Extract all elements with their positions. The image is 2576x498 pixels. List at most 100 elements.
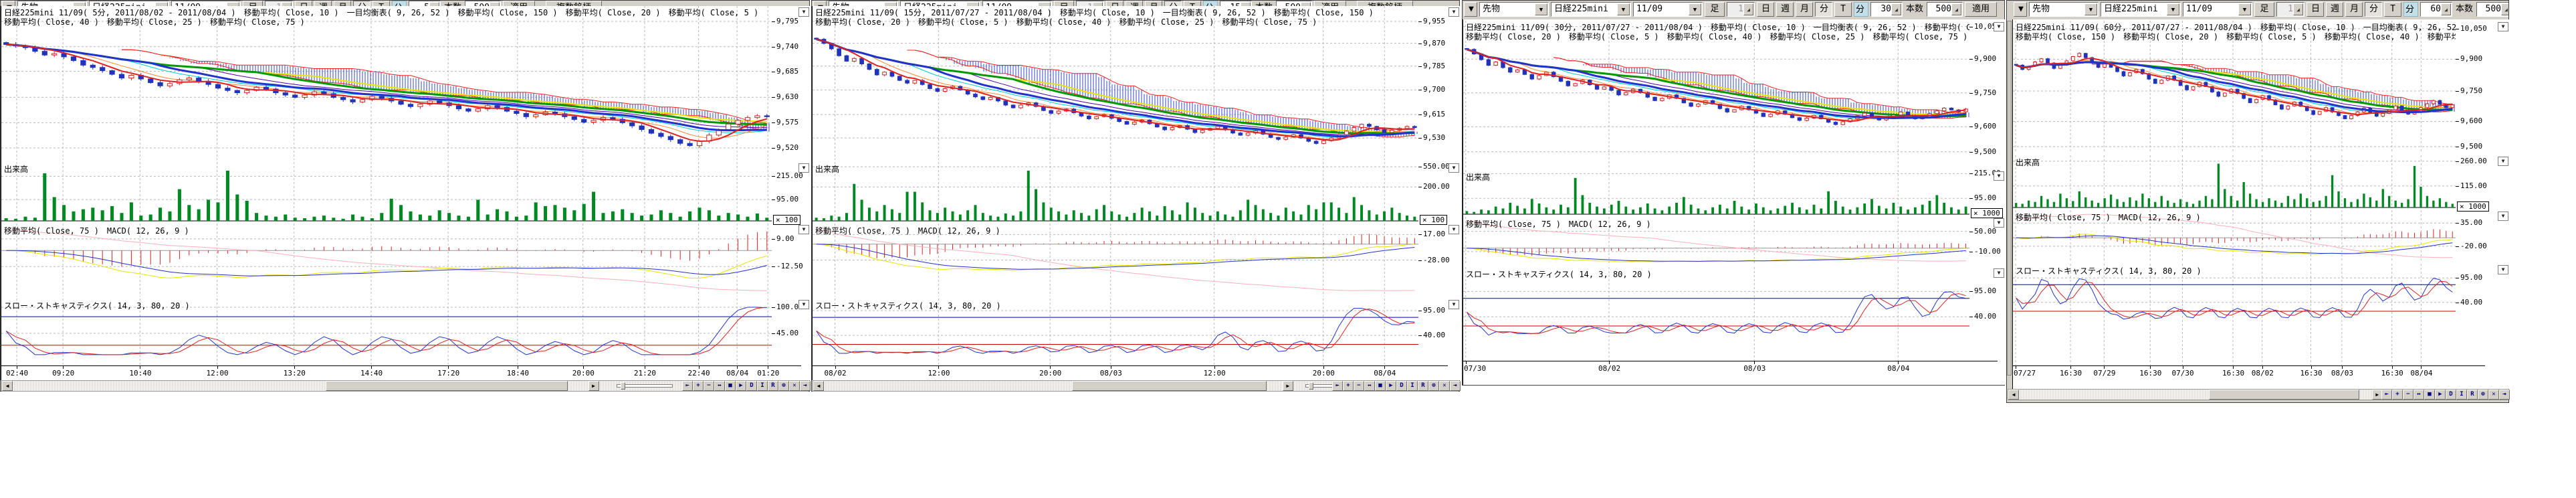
price-pane[interactable]: 日経225mini 11/09( 15分, 2011/07/27 - 2011/… [813,6,1418,160]
spinner-icon[interactable]: ◢ [1743,3,1753,15]
chart-tool-close-icon[interactable]: ✕ [1439,381,1450,391]
apply-button[interactable]: 適用 [1965,2,1997,17]
macd-pane[interactable]: 移動平均( Close, 75 ) MACD( 12, 26, 9 ) [2013,210,2456,262]
zoom-slider-thumb[interactable] [621,382,625,390]
chevron-down-icon[interactable]: ▼ [2167,3,2179,15]
minutes-spinner[interactable]: 15◢ [1220,1,1252,6]
scroll-left-button[interactable]: ◀ [2008,390,2019,400]
multi-symbol-button[interactable]: 複数銘柄 [546,1,602,6]
bar-interval-spinner[interactable]: 1◢ [1076,1,1104,6]
chart-tool-close-icon[interactable]: ✕ [789,381,800,391]
chart-tool-plus-icon[interactable]: + [2392,390,2403,400]
chart-tool-stop-icon[interactable]: ■ [1375,381,1386,391]
contract-select[interactable]: 11/09▼ [982,1,1052,6]
chart-tool-step-left-icon[interactable]: ⇤ [2381,390,2392,400]
chart-tool-h-expand-icon[interactable]: ↔ [1364,381,1375,391]
zoom-slider-thumb[interactable] [1309,382,1313,390]
chart-tool-I[interactable]: I [757,381,768,391]
period-button-1[interactable]: 週 [314,1,332,6]
apply-button[interactable]: 適用 [1314,1,1346,6]
contract-select[interactable]: 11/09▼ [1633,2,1703,17]
scrollbar-thumb[interactable] [1072,381,1266,391]
scrollbar-thumb[interactable] [326,381,568,391]
vertical-scrollbar-strip[interactable] [2007,21,2012,376]
period-button-2[interactable]: 月 [2345,2,2363,17]
period-button-3[interactable]: 分 [1164,1,1182,6]
bar-type-button[interactable]: 足 [2254,2,2274,17]
chart-tool-step-right-icon[interactable]: ⇥ [800,381,811,391]
chart-tool-step-right-icon[interactable]: ⇥ [1450,381,1461,391]
volume-pane[interactable]: 出来高 [1463,170,1969,215]
period-button-3[interactable]: 分 [1815,2,1832,17]
spinner-icon[interactable]: ◢ [1951,3,1961,15]
chart-tool-R[interactable]: R [768,381,778,391]
chevron-down-icon[interactable]: ▼ [1617,3,1630,15]
chart-tool-step-left-icon[interactable]: ⇤ [682,381,693,391]
period-button-4[interactable]: T [372,1,390,6]
pane-collapse-button[interactable]: ▼ [798,300,809,309]
bar-interval-spinner[interactable]: 1◢ [2276,2,2304,17]
period-button-1[interactable]: 週 [1776,2,1794,17]
apply-button[interactable]: 適用 [503,1,535,6]
macd-pane[interactable]: 移動平均( Close, 75 ) MACD( 12, 26, 9 ) [813,224,1418,297]
category-select[interactable]: 先物▼ [1479,2,1549,17]
period-button-2[interactable]: 月 [334,1,351,6]
pane-collapse-button[interactable]: ▼ [1448,163,1459,173]
period-button-0[interactable]: 日 [295,1,312,6]
chart-tool-stop-icon[interactable]: ■ [2424,390,2435,400]
period-button-4[interactable]: T [1184,1,1201,6]
chart-tool-play-icon[interactable]: ▶ [1386,381,1396,391]
volume-pane[interactable]: 出来高 [813,162,1418,222]
chart-tool-play-icon[interactable]: ▶ [736,381,746,391]
price-pane[interactable]: 日経225mini 11/09( 5分, 2011/08/02 - 2011/0… [1,6,772,160]
chevron-down-icon[interactable]: ▼ [2238,3,2251,15]
pane-collapse-button[interactable]: ▼ [2498,157,2508,166]
price-pane[interactable]: 日経225mini 11/09( 30分, 2011/07/27 - 2011/… [1463,21,1969,168]
bar-type-button[interactable]: 足 [1054,1,1074,6]
pane-collapse-button[interactable]: ▼ [2498,22,2508,31]
chart-tool-zoom-icon[interactable]: ⊕ [778,381,789,391]
category-select[interactable]: 先物▼ [17,1,87,6]
pane-collapse-button[interactable]: ▼ [798,225,809,234]
chart-tool-close-icon[interactable]: ✕ [2488,390,2499,400]
price-pane[interactable]: 日経225mini 11/09( 60分, 2011/07/27 - 2011/… [2013,21,2456,153]
volume-pane[interactable]: 出来高 [1,162,772,222]
period-button-3[interactable]: 分 [353,1,370,6]
chart-tool-R[interactable]: R [1418,381,1428,391]
chart-tool-minus-icon[interactable]: − [2403,390,2413,400]
contract-select[interactable]: 11/09▼ [2183,2,2252,17]
pane-collapse-button[interactable]: ▼ [2498,265,2508,274]
spinner-icon[interactable]: ◢ [2293,3,2303,15]
spinner-icon[interactable]: ◢ [1891,3,1901,15]
period-button-2[interactable]: 月 [1796,2,1813,17]
period-button-1[interactable]: 週 [2326,2,2343,17]
scroll-left-button[interactable]: ◀ [813,381,824,391]
period-button-0[interactable]: 日 [2306,2,2324,17]
category-select[interactable]: 先物▼ [2029,2,2099,17]
spinner-icon[interactable]: ◢ [2501,3,2508,15]
minutes-spinner[interactable]: 60◢ [2420,2,2452,17]
horizontal-scrollbar[interactable]: ◀▶⇤+−↔■▶DIR⊕✕⇥ [2008,389,2508,400]
chart-tool-h-expand-icon[interactable]: ↔ [2413,390,2424,400]
chart-tool-play-icon[interactable]: ▶ [2435,390,2446,400]
toolbar-collapse-icon[interactable]: ▼ [813,1,827,6]
period-button-0[interactable]: 日 [1757,2,1774,17]
chevron-down-icon[interactable]: ▼ [2084,3,2097,15]
chart-tool-R[interactable]: R [2467,390,2478,400]
bar-interval-spinner[interactable]: 1◢ [265,1,293,6]
contract-select[interactable]: 11/09▼ [171,1,241,6]
chart-tool-I[interactable]: I [1407,381,1418,391]
chart-tool-step-right-icon[interactable]: ⇥ [2499,390,2510,400]
minutes-spinner[interactable]: 5◢ [409,1,441,6]
chart-tool-stop-icon[interactable]: ■ [725,381,736,391]
chart-tool-h-expand-icon[interactable]: ↔ [714,381,725,391]
macd-pane[interactable]: 移動平均( Close, 75 ) MACD( 12, 26, 9 ) [1,224,772,297]
chart-tool-D[interactable]: D [1396,381,1407,391]
chart-tool-minus-icon[interactable]: − [1354,381,1364,391]
macd-pane[interactable]: 移動平均( Close, 75 ) MACD( 12, 26, 9 ) [1463,217,1969,265]
chart-tool-step-left-icon[interactable]: ⇤ [1332,381,1343,391]
chart-tool-plus-icon[interactable]: + [693,381,704,391]
toolbar-collapse-icon[interactable]: ▼ [2014,2,2027,17]
period-button-4[interactable]: T [1834,2,1852,17]
chart-tool-minus-icon[interactable]: − [704,381,714,391]
